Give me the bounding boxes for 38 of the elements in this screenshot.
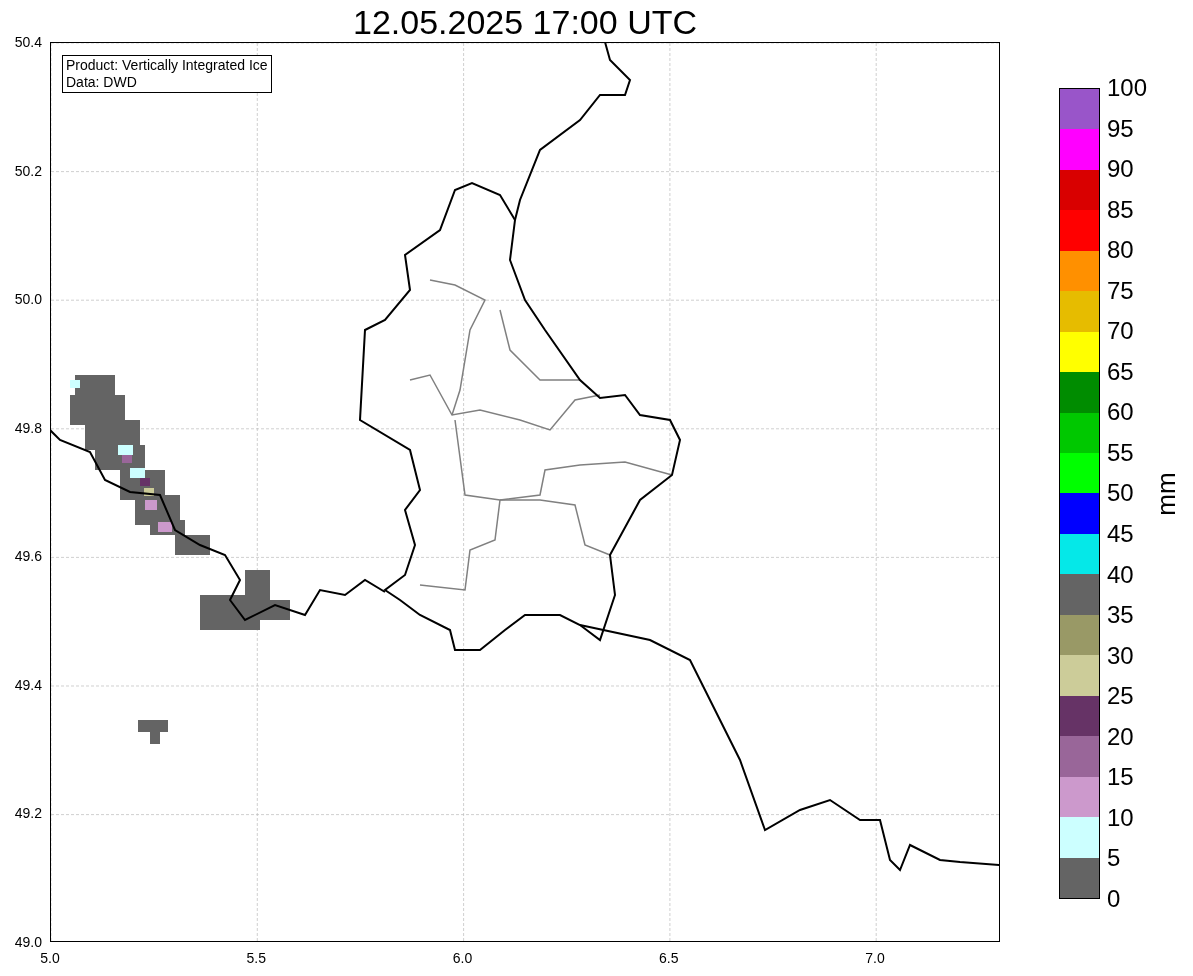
y-tick-label: 50.2	[14, 162, 42, 179]
colorbar-tick-label: 15	[1107, 764, 1134, 791]
x-tick-label: 6.5	[659, 950, 679, 966]
x-tick-label: 6.0	[452, 950, 473, 966]
y-tick-label: 49.4	[14, 676, 42, 693]
colorbar-tick-label: 20	[1107, 723, 1134, 750]
colorbar-tick-label: 30	[1107, 642, 1134, 669]
x-tick-label: 5.0	[40, 950, 60, 966]
colorbar-unit-label: mm	[1152, 471, 1181, 516]
colorbar-tick-label: 70	[1107, 318, 1134, 345]
colorbar-tick-label: 45	[1107, 521, 1134, 547]
colorbar-tick-label: 40	[1107, 561, 1134, 588]
colorbar-tick-label: 5	[1107, 845, 1121, 872]
colorbar-tick-label: 85	[1107, 196, 1134, 223]
x-tick-label: 5.5	[246, 950, 266, 966]
y-tick-label: 50.4	[14, 34, 42, 50]
y-tick-label: 49.0	[14, 933, 42, 950]
colorbar-tick-label: 0	[1107, 885, 1121, 912]
chart-title: 12.05.2025 17:00 UTC	[353, 2, 697, 42]
colorbar-tick-label: 75	[1107, 277, 1134, 304]
info-text: Product: Vertically Integrated Ice	[66, 57, 268, 74]
colorbar-tick-label: 90	[1107, 156, 1134, 183]
colorbar-tick-label: 95	[1107, 115, 1134, 142]
info-text: Data: DWD	[66, 74, 138, 91]
colorbar-tick-label: 35	[1107, 602, 1134, 629]
colorbar-tick-label: 50	[1107, 480, 1134, 507]
y-tick-label: 49.6	[14, 548, 42, 565]
y-tick-label: 50.0	[14, 291, 42, 308]
y-tick-label: 49.2	[14, 805, 42, 822]
colorbar-tick-label: 100	[1107, 75, 1148, 101]
x-tick-label: 7.0	[865, 950, 885, 966]
colorbar-tick-label: 60	[1107, 399, 1134, 426]
colorbar-tick-label: 25	[1107, 683, 1134, 710]
colorbar-tick-label: 65	[1107, 358, 1134, 385]
colorbar-tick-label: 55	[1107, 439, 1134, 466]
y-tick-label: 49.8	[14, 419, 42, 436]
colorbar-tick-label: 10	[1107, 804, 1134, 831]
colorbar-tick-label: 80	[1107, 237, 1134, 264]
